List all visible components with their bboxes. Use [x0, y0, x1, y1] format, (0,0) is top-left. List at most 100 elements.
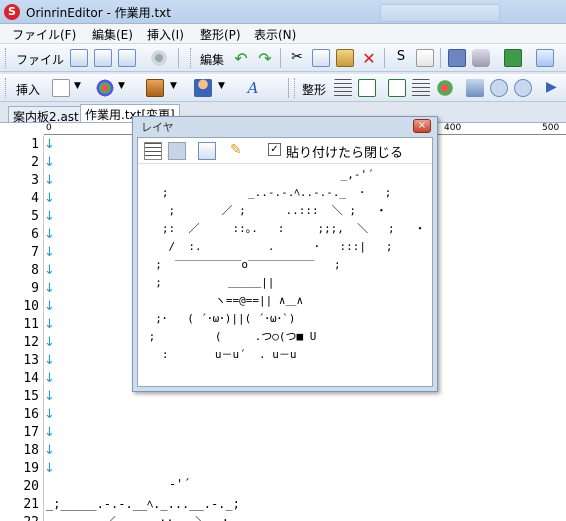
line-number: 5 — [31, 209, 39, 224]
line-end-marker: ↓ — [44, 371, 55, 386]
dropdown-arrow-icon[interactable]: ▼ — [74, 81, 81, 91]
toolbar-separator — [178, 48, 179, 68]
line-number: 21 — [23, 497, 39, 512]
line-end-marker: ↓ — [44, 227, 55, 242]
line-end-marker: ↓ — [44, 245, 55, 260]
toolbar-grip[interactable] — [190, 48, 193, 68]
line-number: 4 — [31, 191, 39, 206]
layer-box-icon[interactable] — [168, 142, 186, 160]
line-number: 18 — [23, 443, 39, 458]
color-dots-icon[interactable] — [96, 79, 114, 97]
ascii-art-line: : u－u´ . u－u — [142, 348, 297, 361]
ruler-label: 400 — [444, 123, 462, 133]
delete-icon[interactable]: ✕ — [360, 49, 378, 68]
ascii-art-line: ; ( .つ○(つ■ U — [142, 330, 317, 343]
green-block-icon[interactable] — [504, 49, 522, 67]
blank-page-icon[interactable] — [52, 79, 70, 97]
nav-back-icon[interactable] — [490, 79, 508, 97]
line-end-marker: ↓ — [44, 317, 55, 332]
app-icon: S — [4, 4, 20, 20]
line-number: 20 — [23, 479, 39, 494]
new-file-icon[interactable] — [70, 49, 88, 67]
user-icon[interactable] — [194, 79, 212, 97]
nav-forward-icon[interactable] — [514, 79, 532, 97]
line-number: 12 — [23, 335, 39, 350]
toolbar-separator — [440, 48, 441, 68]
editor-line-21: _;_____.-.-.__ﾍ._...__.-._; — [46, 497, 240, 511]
line-end-marker: ↓ — [44, 353, 55, 368]
line-end-marker: ↓ — [44, 137, 55, 152]
close-after-paste-checkbox[interactable]: ✓ — [268, 143, 281, 156]
line-end-marker: ↓ — [44, 191, 55, 206]
line-number-gutter: 12345678910111213141516171819202122 — [0, 135, 44, 521]
refresh-icon[interactable] — [536, 49, 554, 67]
toolbar-grip[interactable] — [5, 78, 8, 98]
line-end-marker: ↓ — [44, 389, 55, 404]
justify-icon[interactable] — [412, 79, 430, 97]
toolbar-grip[interactable] — [5, 48, 8, 68]
paste-layer-icon[interactable] — [144, 142, 162, 160]
dropdown-arrow-icon[interactable]: ▼ — [118, 81, 125, 91]
align-right-icon[interactable] — [358, 79, 376, 97]
palette-icon[interactable] — [436, 79, 454, 97]
close-icon[interactable]: × — [413, 119, 431, 133]
redo-icon[interactable]: ↷ — [256, 49, 274, 68]
toolbar-edit-label: 編集 — [200, 53, 225, 67]
toolbar-separator — [384, 48, 385, 68]
font-icon[interactable]: A — [244, 79, 262, 97]
ascii-art-line: / :. . ･ :::| ; — [142, 240, 393, 253]
toolbar-grip[interactable] — [294, 78, 297, 98]
align-left-icon[interactable] — [388, 79, 406, 97]
cut-icon[interactable]: ✂ — [288, 49, 306, 67]
save-file-icon[interactable] — [118, 49, 136, 67]
panel-icon[interactable] — [466, 79, 484, 97]
line-end-marker: ↓ — [44, 263, 55, 278]
undo-icon[interactable]: ↶ — [232, 49, 250, 68]
menu-edit[interactable]: 編集(E) — [92, 26, 133, 43]
dropdown-arrow-icon[interactable]: ▼ — [218, 81, 225, 91]
paste-icon[interactable] — [336, 49, 354, 67]
ascii-art-line: ヽ==@==|| ∧＿∧ — [142, 294, 304, 307]
menu-format[interactable]: 整形(P) — [200, 26, 241, 43]
toolbar-row-1: ファイル 編集 ↶ ↷ ✂ ✕ S — [0, 44, 566, 72]
layer-window[interactable]: レイヤ × ✎ ✓ 貼り付けたら閉じる _,-'´ ; _..-.-.ﾍ..-.… — [132, 116, 438, 392]
line-number: 17 — [23, 425, 39, 440]
line-end-marker: ↓ — [44, 461, 55, 476]
line-number: 3 — [31, 173, 39, 188]
pencil-icon[interactable]: ✎ — [230, 142, 248, 160]
box-icon[interactable] — [146, 79, 164, 97]
copy-layer-icon[interactable] — [198, 142, 216, 160]
dropdown-arrow-icon[interactable]: ▼ — [170, 81, 177, 91]
menu-view[interactable]: 表示(N) — [254, 26, 296, 43]
strikethrough-icon[interactable]: S — [392, 49, 410, 67]
ascii-art-preview: _,-'´ ; _..-.-.ﾍ..-.-._ ･ ; ; ／ ; ..::: … — [142, 166, 426, 364]
background-window-button[interactable] — [380, 4, 500, 22]
open-file-icon[interactable] — [94, 49, 112, 67]
window-title: OrinrinEditor - 作業用.txt — [26, 6, 171, 20]
line-number: 14 — [23, 371, 39, 386]
line-end-marker: ↓ — [44, 155, 55, 170]
line-number: 8 — [31, 263, 39, 278]
menu-insert[interactable]: 挿入(I) — [147, 26, 184, 43]
play-icon[interactable]: ▶ — [546, 79, 564, 97]
align-lines-icon[interactable] — [334, 79, 352, 97]
document-icon[interactable] — [416, 49, 434, 67]
settings-gear-icon[interactable] — [150, 49, 168, 67]
ascii-art-line: ; ‾‾‾‾‾‾‾‾‾‾o‾‾‾‾‾‾‾‾‾‾ ; — [142, 258, 341, 271]
toolbar-insert-label: 挿入 — [16, 83, 41, 97]
line-end-marker: ↓ — [44, 425, 55, 440]
menu-file[interactable]: ファイル(F) — [12, 26, 76, 43]
line-number: 16 — [23, 407, 39, 422]
copy-icon[interactable] — [312, 49, 330, 67]
line-number: 15 — [23, 389, 39, 404]
ascii-art-line: ; _..-.-.ﾍ..-.-._ ･ ; — [142, 186, 392, 199]
line-number: 2 — [31, 155, 39, 170]
ascii-art-line: ;･ ( ´･ω･)||( ´･ω･`) — [142, 312, 296, 325]
toolbar-row-2: 挿入 ▼ ▼ ▼ ▼ A 整形 ▶ — [0, 74, 566, 102]
line-number: 9 — [31, 281, 39, 296]
line-number: 7 — [31, 245, 39, 260]
cube-icon[interactable] — [472, 49, 490, 67]
fill-box-icon[interactable] — [448, 49, 466, 67]
line-end-marker: ↓ — [44, 407, 55, 422]
editor-line-22: . . ／ ::, ＼ ; . — [46, 513, 250, 521]
